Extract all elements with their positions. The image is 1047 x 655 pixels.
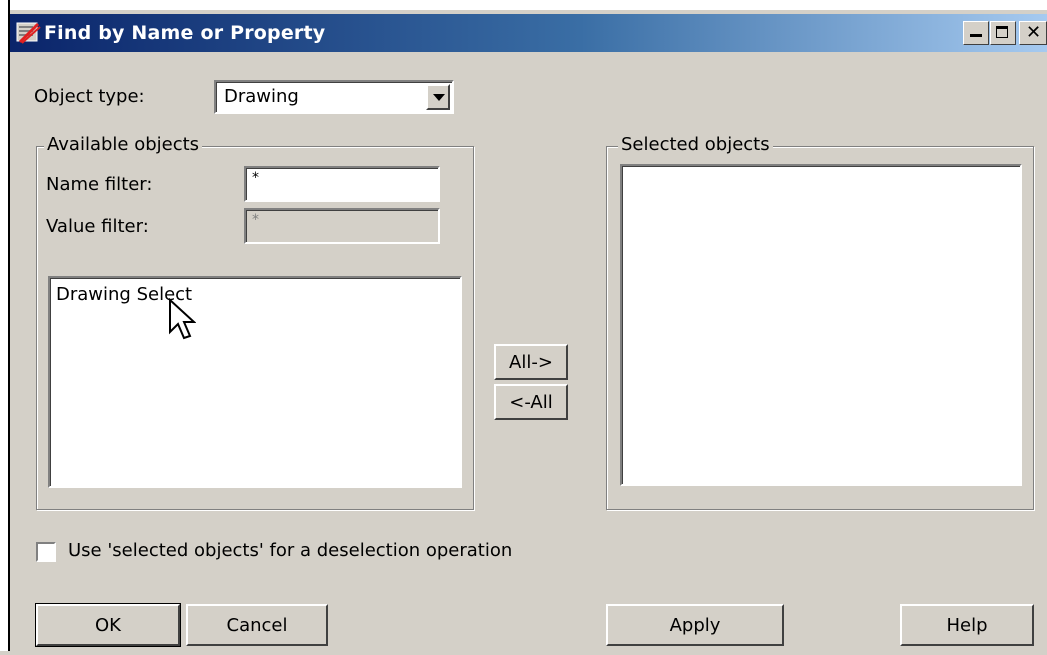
window-left-border: [8, 0, 10, 651]
minimize-button[interactable]: [963, 21, 989, 45]
name-filter-label: Name filter:: [46, 174, 153, 195]
ok-button[interactable]: OK: [35, 603, 181, 647]
value-filter-label: Value filter:: [46, 216, 149, 237]
deselect-checkbox-label[interactable]: Use 'selected objects' for a deselection…: [68, 540, 512, 561]
background-top: [0, 0, 1047, 10]
selected-objects-label: Selected objects: [618, 134, 773, 155]
minimize-icon: [970, 34, 982, 37]
all-left-button[interactable]: <-All: [494, 384, 568, 420]
name-filter-value: *: [252, 170, 259, 186]
cancel-button[interactable]: Cancel: [186, 604, 328, 646]
object-type-label: Object type:: [34, 86, 145, 107]
app-icon: [16, 22, 41, 44]
maximize-button[interactable]: [990, 21, 1016, 45]
available-objects-label: Available objects: [44, 134, 203, 155]
close-button[interactable]: ✕: [1019, 21, 1047, 45]
all-right-button[interactable]: All->: [494, 344, 568, 380]
value-filter-value: *: [252, 212, 259, 228]
available-objects-list[interactable]: Drawing Select: [48, 276, 462, 488]
object-type-value: Drawing: [224, 86, 299, 107]
value-filter-input: *: [244, 208, 440, 244]
help-button[interactable]: Help: [900, 604, 1034, 646]
object-type-dropdown[interactable]: Drawing: [214, 80, 454, 114]
name-filter-input[interactable]: *: [244, 166, 440, 202]
title-bar[interactable]: Find by Name or Property ✕: [10, 14, 1047, 52]
selected-objects-list[interactable]: [620, 164, 1022, 486]
close-icon: ✕: [1026, 22, 1042, 43]
window-title: Find by Name or Property: [44, 22, 326, 44]
maximize-icon: [996, 26, 1008, 38]
mouse-cursor-icon: [169, 298, 196, 340]
deselect-checkbox[interactable]: [36, 542, 56, 562]
chevron-down-icon[interactable]: [426, 84, 450, 110]
apply-button[interactable]: Apply: [606, 604, 784, 646]
